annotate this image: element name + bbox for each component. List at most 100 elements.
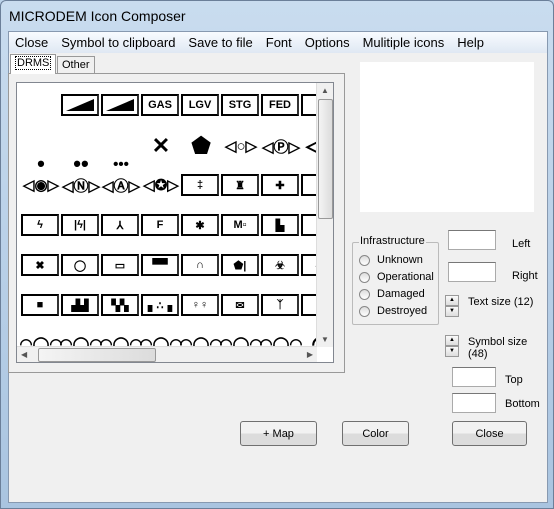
horizontal-scroll-thumb[interactable] [38, 348, 156, 362]
symbol-icon[interactable]: ◠◯◠ [260, 333, 303, 347]
symbol-icon[interactable]: ▀▀ [141, 254, 179, 276]
symbol-icon[interactable]: ✱ [181, 214, 219, 236]
menu-help[interactable]: Help [451, 32, 491, 53]
symbol-icon[interactable]: ◠ [301, 331, 317, 347]
radio-destroyed[interactable]: Destroyed [359, 305, 427, 317]
symbol-icon[interactable]: ʊ [301, 294, 317, 316]
top-label: Top [505, 374, 523, 386]
tab-drms[interactable]: DRMS [10, 54, 57, 74]
spin-up-icon[interactable]: ▲ [445, 335, 459, 346]
symbol-icon[interactable]: STG [221, 94, 259, 116]
menu-multiple-icons[interactable]: Mulitiple icons [357, 32, 452, 53]
symbol-icon[interactable]: ◠◯◠ [60, 333, 103, 347]
symbol-icon[interactable]: ⬟ [181, 133, 221, 158]
symbol-icon[interactable]: ◁◉▷ [21, 174, 61, 196]
radio-unknown[interactable]: Unknown [359, 254, 423, 266]
symbol-icon[interactable]: ▭ [101, 254, 139, 276]
scroll-left-icon[interactable]: ◀ [21, 350, 27, 359]
menu-font[interactable]: Font [260, 32, 299, 53]
radio-operational[interactable]: Operational [359, 271, 434, 283]
symbol-icon[interactable]: ▚▚ [101, 294, 139, 316]
icon-grid: GASLGVSTGFEDG✕⬟◁○▷◁Ⓟ▷◁○••••••◁◉▷◁Ⓝ▷◁Ⓐ▷◁✪… [16, 82, 334, 363]
symbol-size-label: Symbol size (48) [468, 336, 528, 360]
tab-label: Other [62, 59, 90, 71]
symbol-icon[interactable]: ▟▟ [61, 294, 99, 316]
symbol-icon[interactable]: ✚ [261, 174, 299, 196]
vertical-scroll-thumb[interactable] [318, 99, 333, 219]
radio-damaged[interactable]: Damaged [359, 288, 425, 300]
symbol-icon[interactable]: ☣ [261, 254, 299, 276]
horizontal-scrollbar[interactable]: ◀ ▶ [17, 346, 317, 362]
color-button[interactable]: Color [342, 421, 409, 446]
symbol-icon[interactable]: ◠◯◠ [220, 333, 263, 347]
symbol-icon[interactable]: ⬟| [221, 254, 259, 276]
symbol-icon[interactable]: ϟ [21, 214, 59, 236]
radio-label: Destroyed [377, 305, 428, 317]
symbol-icon[interactable]: FED [261, 94, 299, 116]
symbol-icon[interactable]: ◁ [301, 254, 317, 276]
menu-symbol-to-clipboard[interactable]: Symbol to clipboard [55, 32, 182, 53]
symbol-icon[interactable]: ✕ [141, 133, 181, 158]
tab-label: DRMS [15, 56, 52, 70]
symbol-icon[interactable] [61, 94, 99, 116]
symbol-icon[interactable]: F [141, 214, 179, 236]
symbol-icon[interactable]: ▖∴▗ [141, 294, 179, 316]
bottom-text-input[interactable] [452, 393, 496, 413]
symbol-icon[interactable]: ◁○ [301, 133, 317, 158]
symbol-icon[interactable]: ◁Ⓐ▷ [101, 174, 141, 196]
menu-close[interactable]: Close [9, 32, 55, 53]
bottom-label: Bottom [505, 398, 540, 410]
symbol-icon[interactable]: ◁○▷ [221, 135, 261, 157]
symbol-icon[interactable]: •• [61, 151, 101, 176]
symbol-icon[interactable]: ◠◯◠ [20, 333, 63, 347]
symbol-icon[interactable]: M▫ [221, 214, 259, 236]
symbol-icon[interactable]: ✉ [221, 294, 259, 316]
symbol-icon[interactable]: G [301, 94, 317, 116]
tab-other[interactable]: Other [57, 56, 95, 74]
symbol-icon[interactable]: ‡ [181, 174, 219, 196]
add-map-button[interactable]: + Map [240, 421, 317, 446]
symbol-icon[interactable]: ◠◯◠ [140, 333, 183, 347]
symbol-icon[interactable]: ■ [21, 294, 59, 316]
symbol-icon[interactable]: |ϟ| [61, 214, 99, 236]
top-text-input[interactable] [452, 367, 496, 387]
symbol-icon[interactable]: ᛉ [261, 294, 299, 316]
symbol-icon[interactable]: |· [301, 174, 317, 196]
symbol-icon[interactable]: • [21, 151, 61, 176]
symbol-icon[interactable]: ⅄ [101, 214, 139, 236]
symbol-icon[interactable]: ◠◯◠ [180, 333, 223, 347]
text-size-spinner[interactable]: ▲ ▼ [445, 295, 459, 317]
symbol-icon[interactable] [101, 94, 139, 116]
symbol-size-spinner[interactable]: ▲ ▼ [445, 335, 459, 357]
scroll-up-icon[interactable]: ▲ [321, 86, 329, 95]
symbol-icon[interactable]: ••• [101, 153, 141, 175]
spin-down-icon[interactable]: ▼ [445, 346, 459, 357]
symbol-icon[interactable]: GAS [141, 94, 179, 116]
symbol-icon[interactable]: ◁✪▷ [141, 174, 181, 196]
left-text-input[interactable] [448, 230, 496, 250]
scroll-right-icon[interactable]: ▶ [307, 350, 313, 359]
radio-label: Damaged [377, 288, 425, 300]
spin-down-icon[interactable]: ▼ [445, 306, 459, 317]
symbol-icon[interactable]: ◁Ⓟ▷ [261, 135, 301, 157]
close-button[interactable]: Close [452, 421, 527, 446]
left-label: Left [512, 238, 531, 250]
right-label: Right [512, 270, 538, 282]
symbol-icon[interactable]: ♀♀ [181, 294, 219, 316]
vertical-scrollbar[interactable]: ▲ ▼ [316, 83, 333, 347]
right-text-input[interactable] [448, 262, 496, 282]
symbol-icon[interactable]: ◁Ⓝ▷ [61, 174, 101, 196]
symbol-icon[interactable]: ▙ [261, 214, 299, 236]
symbol-icon[interactable]: ✖ [21, 254, 59, 276]
scroll-down-icon[interactable]: ▼ [321, 335, 329, 344]
symbol-icon[interactable]: ◯ [61, 254, 99, 276]
symbol-icon[interactable]: ♜ [221, 174, 259, 196]
symbol-icon[interactable]: ◠◯◠ [100, 333, 143, 347]
symbol-icon[interactable]: LGV [181, 94, 219, 116]
menu-options[interactable]: Options [299, 32, 357, 53]
spin-up-icon[interactable]: ▲ [445, 295, 459, 306]
menu-save-to-file[interactable]: Save to file [182, 32, 259, 53]
radio-circle-icon [359, 254, 370, 266]
symbol-icon[interactable]: ∩ [181, 254, 219, 276]
symbol-icon[interactable]: B [301, 214, 317, 236]
